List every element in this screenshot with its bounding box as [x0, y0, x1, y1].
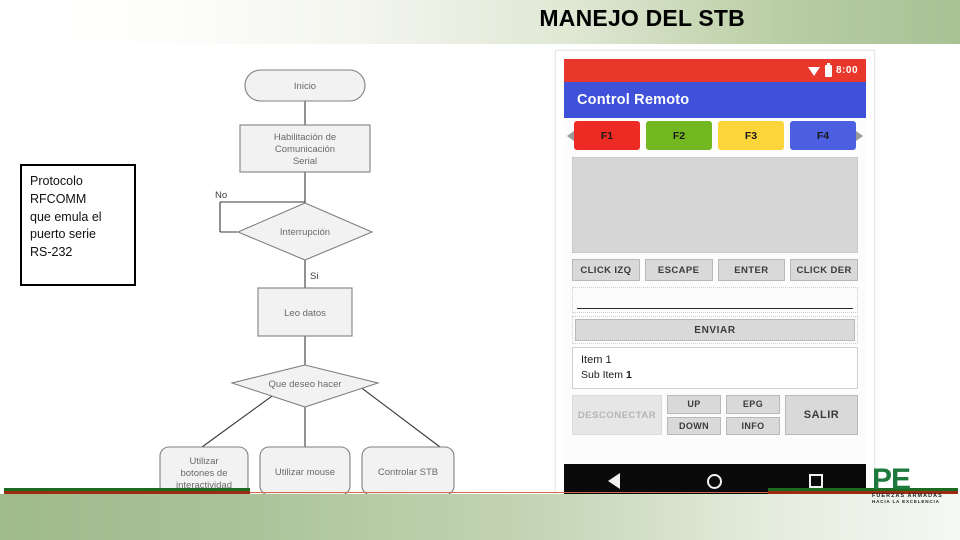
list-item-subtitle-value: 1 [625, 368, 632, 381]
text-input-field[interactable] [572, 287, 858, 313]
flow-node-habilitacion-label-2: Comunicación [275, 144, 335, 155]
note-line-4: puerto serie [30, 227, 97, 242]
flow-node-inicio-label: Inicio [294, 81, 316, 92]
enter-button[interactable]: ENTER [717, 259, 786, 281]
wifi-icon [807, 66, 821, 76]
slide-canvas: MANEJO DEL STB Protocolo RFCOMM que emul… [0, 0, 960, 540]
list-item-title: Item 1 [581, 354, 612, 366]
flow-node-mouse-label: Utilizar mouse [275, 467, 335, 478]
battery-icon [824, 62, 832, 77]
up-button[interactable]: UP [667, 395, 722, 414]
flow-node-que-deseo-hacer-label: Que deseo hacer [269, 379, 342, 390]
action-button-row: CLICK IZQ ESCAPE ENTER CLICK DER [564, 256, 866, 284]
epg-info-stack: EPG INFO [726, 395, 780, 436]
click-der-button[interactable]: CLICK DER [790, 259, 858, 281]
page-title: MANEJO DEL STB [539, 5, 745, 31]
phone-screen: 8:00 Control Remoto F1 F2 F3 F4 CLICK IZ… [564, 59, 866, 498]
flow-node-stb-label: Controlar STB [378, 467, 438, 478]
back-triangle-icon[interactable] [607, 473, 620, 489]
bottom-control-row: DESCONECTAR UP DOWN EPG INFO SALIR [564, 392, 866, 437]
pe-logo-mark: PE [872, 463, 911, 496]
function-key-f2[interactable]: F2 [646, 121, 712, 150]
slide-header-band [0, 0, 960, 44]
status-time: 8:00 [835, 65, 858, 76]
status-bar: 8:00 [564, 59, 866, 82]
function-key-row: F1 F2 F3 F4 [564, 118, 866, 154]
flow-node-leo-datos-label: Leo datos [284, 308, 326, 319]
note-box-protocol: Protocolo RFCOMM que emula el puerto ser… [20, 164, 136, 286]
function-key-f3[interactable]: F3 [718, 121, 784, 150]
flow-node-botones-label-1: Utilizar [189, 456, 218, 467]
home-circle-icon[interactable] [706, 473, 722, 489]
function-key-f1[interactable]: F1 [574, 121, 640, 150]
note-line-3: que emula el [30, 209, 102, 224]
salir-button[interactable]: SALIR [784, 395, 858, 436]
scroll-right-arrow-icon[interactable] [856, 131, 863, 141]
list-item-subtitle-prefix: Sub Item [581, 368, 626, 381]
epg-button[interactable]: EPG [726, 395, 780, 414]
flow-edge-label-si: Si [310, 271, 318, 282]
pe-logo: PE FUERZAS ARMADAS HACIA LA EXCELENCIA [872, 463, 956, 510]
note-line-1: Protocolo [30, 174, 83, 188]
down-button[interactable]: DOWN [667, 416, 722, 436]
enviar-button[interactable]: ENVIAR [575, 319, 855, 341]
pe-logo-line-2: HACIA LA EXCELENCIA [872, 498, 940, 504]
up-down-stack: UP DOWN [667, 395, 722, 436]
flow-node-botones-label-2: botones de [180, 468, 227, 479]
function-key-f4[interactable]: F4 [790, 121, 856, 150]
flow-node-habilitacion-label-1: Habilitación de [274, 132, 336, 143]
text-input-underline [577, 308, 853, 309]
note-line-5: RS-232 [30, 245, 73, 259]
flowchart-diagram: .nshape { fill:#f2f2f2; stroke:#808080; … [150, 55, 480, 495]
click-izq-button[interactable]: CLICK IZQ [572, 259, 640, 281]
flow-node-habilitacion-label-3: Serial [293, 156, 317, 167]
desconectar-button[interactable]: DESCONECTAR [572, 395, 663, 436]
footer-rule-red-left [4, 491, 250, 494]
flow-edge-label-no: No [215, 190, 227, 201]
escape-button[interactable]: ESCAPE [644, 259, 713, 281]
touchpad-area[interactable] [572, 157, 858, 253]
send-button-row: ENVIAR [572, 316, 858, 344]
info-button[interactable]: INFO [726, 416, 780, 436]
list-item-subtitle: Sub Item 1 [581, 368, 849, 382]
app-bar-title: Control Remoto [577, 92, 690, 108]
note-line-2: RFCOMM [30, 191, 87, 206]
slide-footer-band [0, 494, 960, 540]
phone-mockup: 8:00 Control Remoto F1 F2 F3 F4 CLICK IZ… [555, 50, 875, 507]
app-bar: Control Remoto [564, 82, 866, 118]
list-item[interactable]: Item 1 Sub Item 1 [572, 347, 858, 390]
flow-node-interrupcion-label: Interrupción [280, 227, 330, 238]
recents-square-icon[interactable] [808, 474, 823, 488]
scroll-left-arrow-icon[interactable] [567, 131, 574, 141]
